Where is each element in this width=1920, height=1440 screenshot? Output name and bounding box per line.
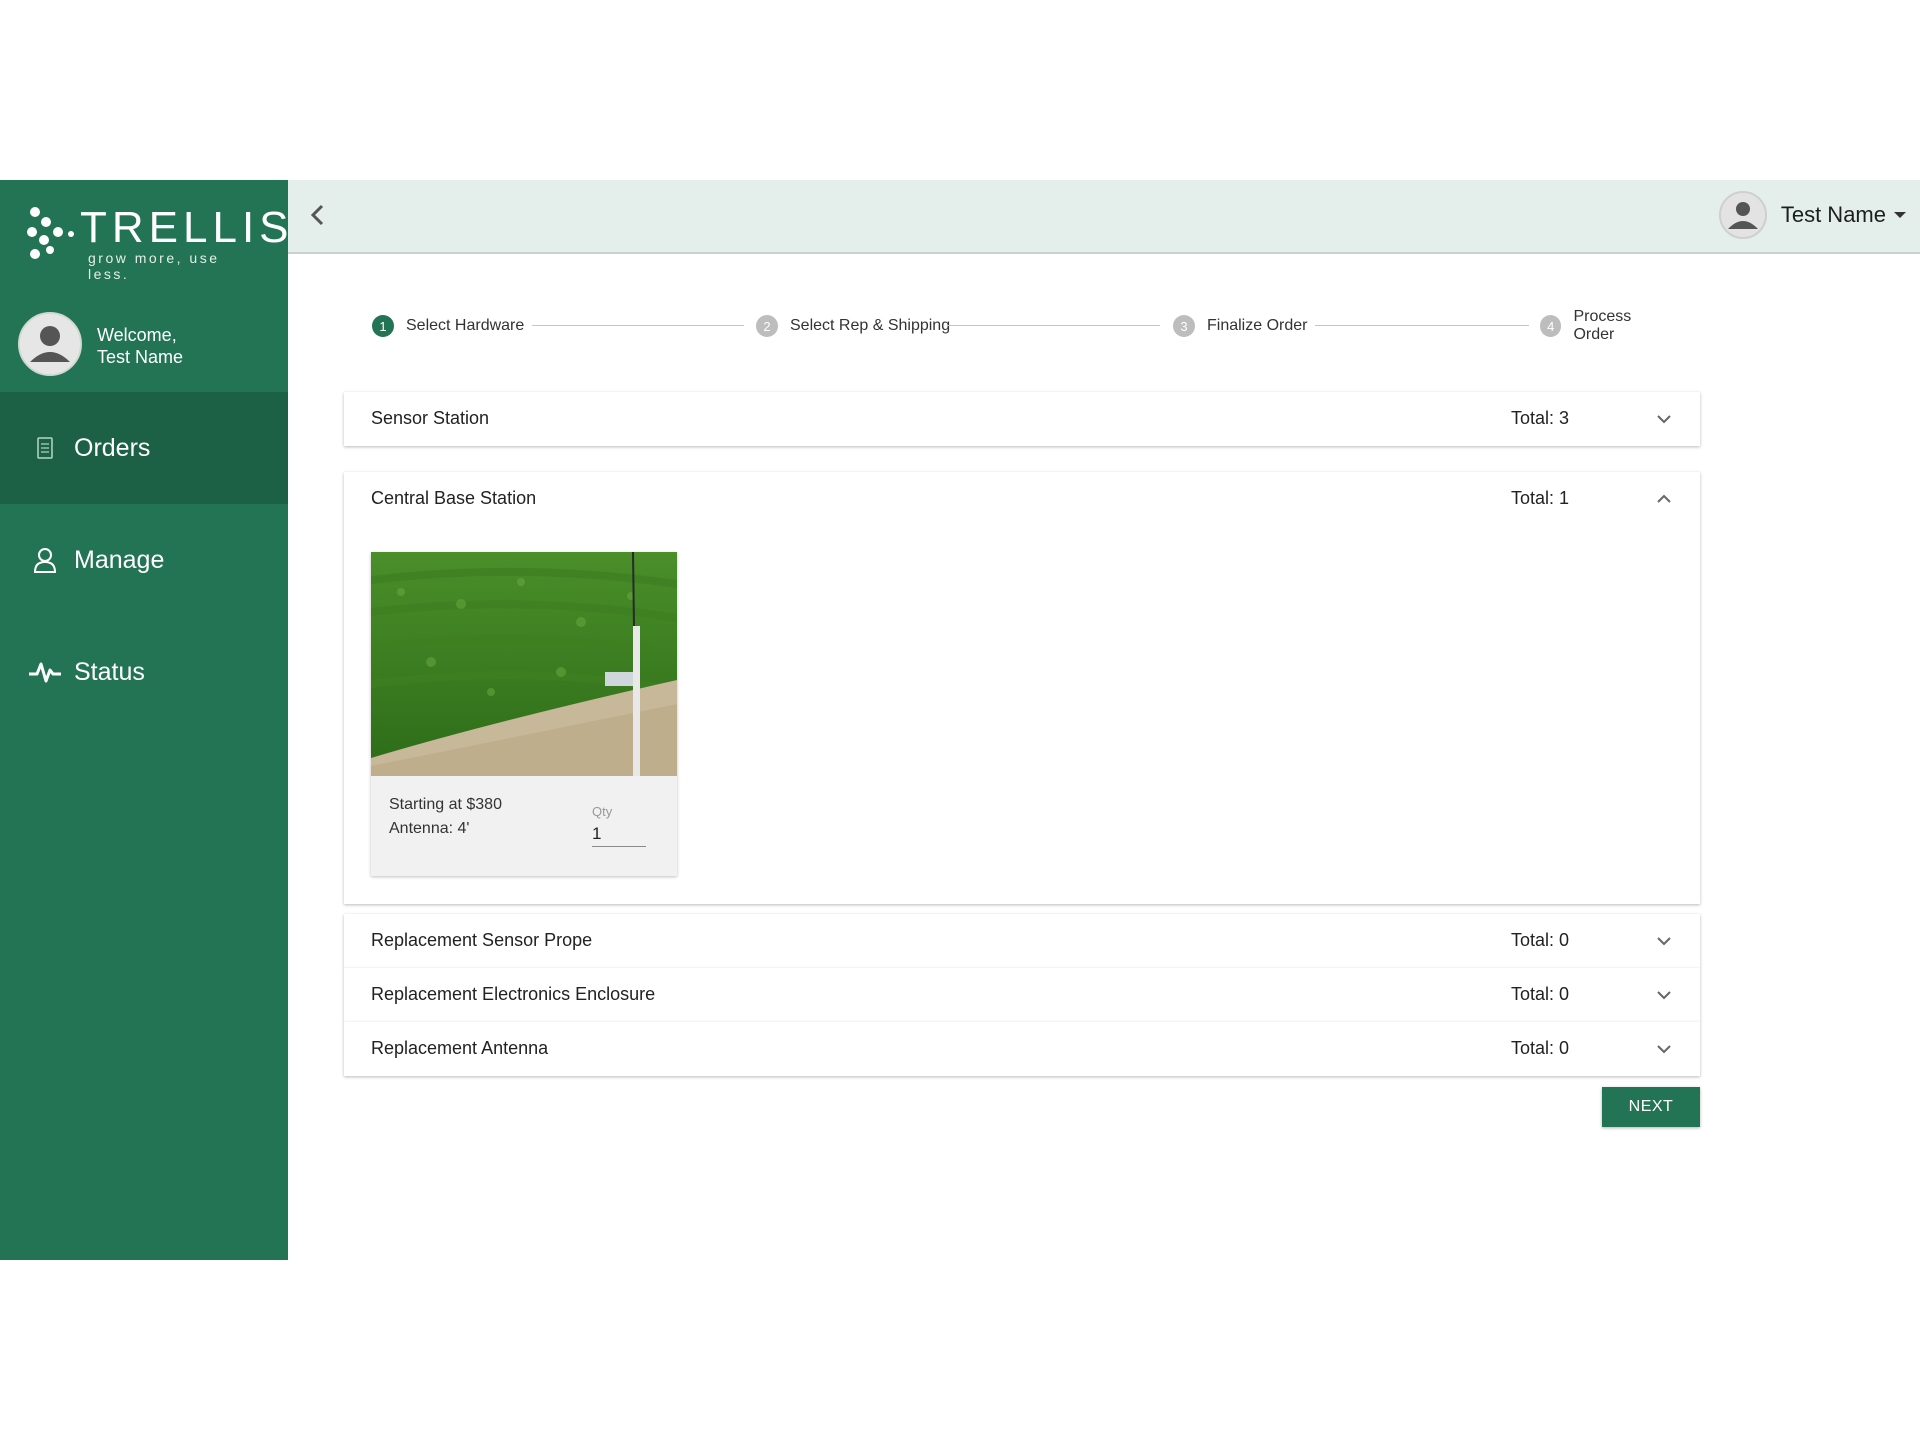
step-label: Process Order — [1573, 308, 1632, 343]
panel-title: Replacement Sensor Prope — [371, 930, 593, 950]
user-avatar-icon — [20, 314, 80, 374]
quantity-input[interactable] — [592, 822, 646, 847]
sidebar-item-orders[interactable]: Orders — [0, 392, 288, 504]
step-process-order: 4 Process Order — [1540, 308, 1674, 344]
welcome-block: Welcome, Test Name — [18, 312, 278, 376]
sidebar-item-manage[interactable]: Manage — [0, 504, 288, 616]
trellis-logo: TRELLIS grow more, use less. — [26, 204, 289, 282]
pulse-icon — [28, 655, 62, 689]
step-number: 2 — [756, 315, 778, 337]
panel-header[interactable]: Replacement Sensor Prope Total: 0 — [344, 914, 1700, 968]
step-label: Select Rep & Shipping — [790, 317, 951, 334]
panel-title: Replacement Electronics Enclosure — [371, 984, 656, 1004]
avatar — [1718, 191, 1767, 239]
product-card: Starting at $380 Antenna: 4' Qty — [371, 552, 677, 876]
sidebar: TRELLIS grow more, use less. Welcome, Te… — [0, 180, 289, 1260]
panel-title: Central Base Station — [371, 488, 537, 508]
panel-replacement-antenna: Replacement Antenna Total: 0 — [344, 1022, 1700, 1076]
step-number: 4 — [1540, 315, 1562, 337]
chevron-down-icon[interactable] — [1654, 932, 1674, 950]
sidebar-item-label: Orders — [74, 433, 151, 462]
step-number: 3 — [1173, 315, 1195, 337]
panel-title: Replacement Antenna — [371, 1038, 549, 1058]
step-connector — [1315, 325, 1529, 326]
panel-replacement-sensor-prope: Replacement Sensor Prope Total: 0 — [344, 914, 1700, 968]
user-menu[interactable]: Test Name — [1718, 191, 1906, 239]
panel-total: Total: 0 — [1511, 1038, 1570, 1058]
step-select-rep-shipping: 2 Select Rep & Shipping — [756, 308, 950, 344]
sidebar-item-status[interactable]: Status — [0, 616, 288, 728]
logo-dots-icon — [27, 207, 74, 259]
welcome-user-name: Test Name — [97, 347, 184, 367]
panel-header[interactable]: Replacement Electronics Enclosure Total:… — [344, 968, 1700, 1022]
step-select-hardware: 1 Select Hardware — [372, 308, 524, 344]
step-connector — [532, 325, 744, 326]
panel-total: Total: 3 — [1511, 408, 1570, 428]
panel-total: Total: 0 — [1511, 930, 1570, 950]
panel-central-base-station: Central Base Station Total: 1 Starting a… — [344, 472, 1700, 904]
step-number: 1 — [372, 315, 394, 337]
step-label: Select Hardware — [406, 317, 525, 334]
step-label: Finalize Order — [1207, 317, 1308, 334]
panel-sensor-station: Sensor Station Total: 3 — [344, 392, 1700, 446]
welcome-text: Welcome, Test Name — [97, 324, 183, 368]
panel-header[interactable]: Sensor Station Total: 3 — [344, 392, 1700, 446]
chevron-down-icon[interactable] — [1654, 1040, 1674, 1058]
app-root: TRELLIS grow more, use less. Welcome, Te… — [0, 180, 1920, 1260]
sidebar-item-label: Manage — [74, 545, 165, 574]
chevron-left-icon — [310, 204, 324, 226]
logo-tagline: grow more, use less. — [88, 250, 220, 282]
top-bar: Test Name — [288, 180, 1920, 254]
step-connector — [948, 325, 1160, 326]
order-stepper: 1 Select Hardware 2 Select Rep & Shippin… — [372, 308, 1674, 344]
qty-label: Qty — [592, 804, 613, 819]
user-avatar-icon — [1720, 193, 1765, 237]
panel-header[interactable]: Central Base Station Total: 1 — [344, 472, 1700, 526]
chevron-up-icon[interactable] — [1654, 490, 1674, 508]
document-icon — [28, 431, 62, 465]
panel-replacement-electronics-enclosure: Replacement Electronics Enclosure Total:… — [344, 968, 1700, 1022]
welcome-line: Welcome, — [97, 325, 177, 345]
step-finalize-order: 3 Finalize Order — [1173, 308, 1307, 344]
chevron-down-icon[interactable] — [1654, 986, 1674, 1004]
next-button[interactable]: NEXT — [1602, 1087, 1700, 1127]
person-icon — [28, 543, 62, 577]
panel-total: Total: 0 — [1511, 984, 1570, 1004]
chevron-down-icon[interactable] — [1654, 410, 1674, 428]
panel-total: Total: 1 — [1511, 488, 1570, 508]
panel-header[interactable]: Replacement Antenna Total: 0 — [344, 1022, 1700, 1076]
header-user-name: Test Name — [1780, 202, 1886, 227]
avatar — [18, 312, 82, 376]
back-button[interactable] — [302, 198, 334, 232]
panel-title: Sensor Station — [371, 408, 490, 428]
sidebar-item-label: Status — [74, 657, 145, 686]
product-image — [371, 552, 677, 776]
product-antenna: Antenna: 4' — [389, 820, 470, 837]
caret-down-icon — [1894, 212, 1906, 218]
logo-wordmark: TRELLIS — [80, 203, 294, 252]
product-price: Starting at $380 — [389, 796, 502, 813]
